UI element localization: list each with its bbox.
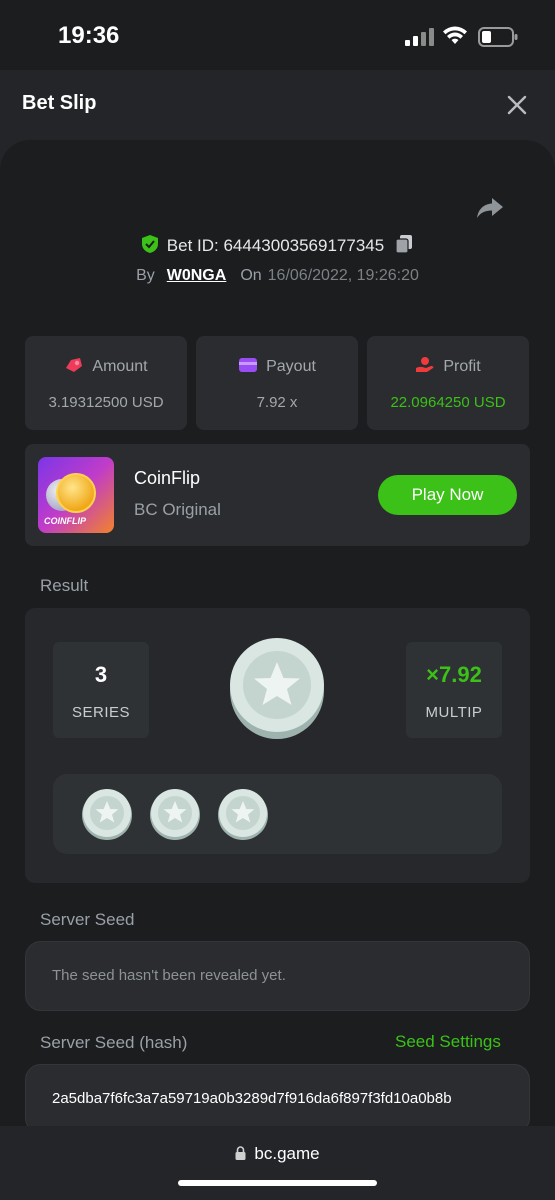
browser-url: bc.game: [254, 1144, 320, 1163]
profit-label: Profit: [443, 358, 481, 375]
money-bag-icon: [66, 358, 83, 372]
status-time: 19:36: [58, 22, 120, 49]
amount-label-row: Amount: [25, 356, 187, 376]
star-coin-icon: [150, 789, 200, 840]
game-name: CoinFlip: [134, 468, 201, 488]
lock-icon: [235, 1146, 246, 1160]
game-card[interactable]: COINFLIP CoinFlip BC Original Play Now: [25, 444, 530, 546]
on-label: On: [240, 267, 262, 284]
multiplier-box: ×7.92 MULTIP: [406, 642, 502, 738]
payout-label-row: Payout: [196, 356, 358, 376]
bet-id: Bet ID: 64443003569177345: [166, 236, 385, 255]
series-value: 3: [94, 662, 108, 687]
flip-history: [53, 774, 502, 854]
verified-shield-icon: [141, 235, 158, 253]
star-coin-icon: [218, 789, 268, 840]
home-indicator[interactable]: [178, 1180, 377, 1186]
status-bar: 19:36: [0, 0, 555, 70]
cellular-signal-icon: [405, 28, 434, 46]
server-seed-field: The seed hasn't been revealed yet.: [25, 941, 530, 1011]
browser-url-row[interactable]: bc.game: [0, 1144, 555, 1164]
game-thumbnail[interactable]: COINFLIP: [38, 457, 114, 533]
share-icon[interactable]: [476, 196, 504, 220]
server-seed-hash-field[interactable]: 2a5dba7f6fc3a7a59719a0b3289d7f916da6f897…: [25, 1064, 530, 1134]
bet-datetime: 16/06/2022, 19:26:20: [267, 267, 419, 284]
game-provider: BC Original: [134, 500, 221, 519]
payout-label: Payout: [266, 358, 316, 375]
amount-label: Amount: [92, 358, 148, 375]
user-link[interactable]: W0NGA: [167, 267, 227, 284]
star-coin-icon: [82, 789, 132, 840]
series-box: 3 SERIES: [53, 642, 149, 738]
payout-card: Payout 7.92 x: [196, 336, 358, 430]
hand-coin-icon: [416, 357, 434, 372]
profit-value: 22.0964250 USD: [390, 394, 506, 411]
wifi-icon: [443, 26, 467, 44]
thumbnail-logo-text: COINFLIP: [44, 516, 86, 526]
result-label: Result: [40, 576, 89, 595]
result-panel: 3 SERIES ×7.92 MULTIP: [25, 608, 530, 883]
server-seed-hash-label: Server Seed (hash): [40, 1033, 188, 1052]
profit-card: Profit 22.0964250 USD: [367, 336, 529, 430]
amount-card: Amount 3.19312500 USD: [25, 336, 187, 430]
gold-coin-icon: [56, 473, 96, 513]
payout-value: 7.92 x: [256, 394, 298, 411]
server-seed-label: Server Seed: [40, 910, 135, 929]
copy-icon[interactable]: [394, 234, 414, 254]
bet-author-row: By W0NGA On 16/06/2022, 19:26:20: [0, 267, 555, 285]
multiplier-label: MULTIP: [425, 704, 483, 721]
seed-settings-link[interactable]: Seed Settings: [395, 1032, 501, 1052]
close-icon[interactable]: [506, 94, 528, 116]
by-label: By: [136, 267, 155, 284]
wallet-icon: [239, 358, 258, 372]
star-coin-icon: [230, 638, 324, 739]
profit-label-row: Profit: [367, 356, 529, 376]
page-title: Bet Slip: [22, 92, 97, 114]
bet-id-row: Bet ID: 64443003569177345: [0, 234, 555, 256]
play-now-button[interactable]: Play Now: [378, 475, 517, 515]
bet-slip-header: Bet Slip: [0, 70, 555, 140]
series-label: SERIES: [71, 704, 131, 721]
amount-value: 3.19312500 USD: [48, 394, 164, 411]
battery-icon: [478, 27, 518, 47]
multiplier-value: ×7.92: [426, 662, 482, 687]
